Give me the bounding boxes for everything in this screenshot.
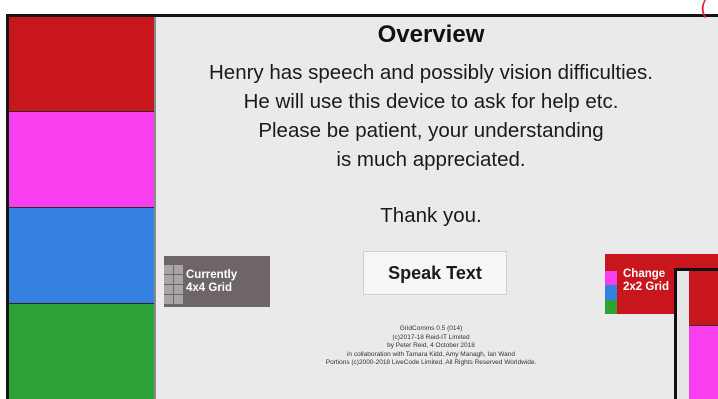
grid-2x2-icon <box>605 271 617 285</box>
change-grid-label-line2: 2x2 Grid <box>623 281 670 293</box>
message-line: Henry has speech and possibly vision dif… <box>208 61 654 84</box>
credits-line: Portions (c)2000-2018 LiveCode Limited. … <box>325 359 537 367</box>
current-grid-label-line1: Currently <box>186 269 238 281</box>
current-grid-label: Currently 4x4 Grid <box>186 269 237 294</box>
credits-line: GridComms 0.5 (014) <box>399 325 463 332</box>
thank-you-text: Thank you. <box>380 204 482 227</box>
page-title: Overview <box>377 21 485 48</box>
message-line: is much appreciated. <box>336 148 526 171</box>
credits-text: GridComms 0.5 (014) (c)2017-18 Reid-IT L… <box>156 325 706 368</box>
change-grid-label: Change 2x2 Grid <box>623 268 669 294</box>
current-grid-label-line2: 4x4 Grid <box>186 281 233 294</box>
speak-text-button[interactable]: Speak Text <box>363 251 507 295</box>
overlapping-window[interactable] <box>674 268 718 399</box>
grid-2x2-icon-part <box>605 285 617 300</box>
current-grid-button[interactable]: Currently 4x4 Grid <box>164 256 270 307</box>
credits-line: by Peter Reid, 4 October 2018 <box>387 342 475 350</box>
blue-tile-button[interactable] <box>9 208 154 304</box>
message-line: He will use this device to ask for help … <box>243 90 619 113</box>
overlapping-window-content <box>677 271 718 399</box>
green-tile-button[interactable] <box>9 304 154 399</box>
grid-4x4-icon <box>164 265 184 305</box>
grid-2x2-icon-part <box>605 300 617 314</box>
message-line: Please be patient, your understanding <box>258 119 604 142</box>
overview-panel: Overview Henry has speech and possibly v… <box>156 17 718 399</box>
magenta-tile-button[interactable] <box>689 326 718 399</box>
red-tile-button[interactable] <box>689 271 718 325</box>
credits-line: in collaboration with Tamara Kidd, Amy M… <box>346 350 515 358</box>
change-grid-label-line1: Change <box>623 268 666 280</box>
credits-line: (c)2017-18 Reid-IT Limited <box>392 333 470 341</box>
magenta-tile-button[interactable] <box>9 112 154 208</box>
color-sidebar <box>9 17 154 399</box>
red-annotation-mark: ( <box>700 0 708 20</box>
red-tile-button[interactable] <box>9 17 154 112</box>
